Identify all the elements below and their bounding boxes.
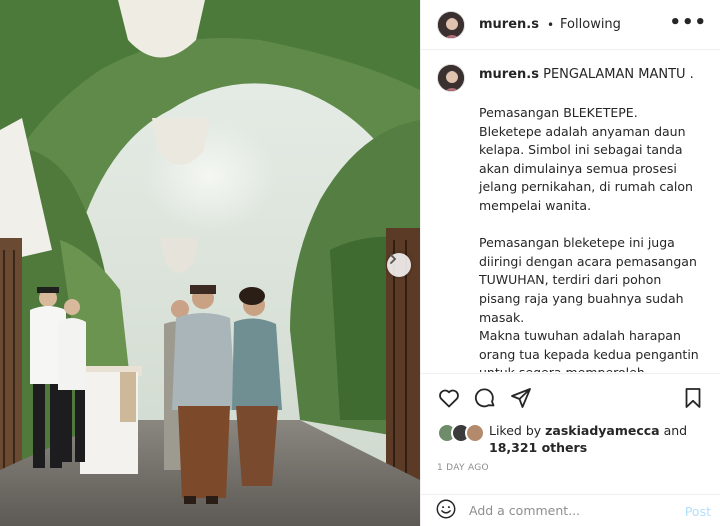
liker-avatars[interactable] [437, 423, 489, 443]
following-button[interactable]: Following [560, 17, 621, 32]
action-bar [421, 373, 720, 421]
heart-icon [439, 389, 459, 407]
caption-body: Pemasangan BLEKETEPE. Bleketepe adalah a… [479, 105, 699, 372]
liker-avatar [465, 423, 485, 443]
liker-username[interactable]: zaskiadyamecca [545, 423, 659, 438]
caption-area: muren.s PENGALAMAN MANTU . Pemasangan BL… [421, 50, 720, 372]
emoji-button[interactable] [435, 498, 457, 524]
comment-input[interactable] [469, 503, 669, 518]
caption-title: PENGALAMAN MANTU . [543, 67, 694, 82]
share-button[interactable] [509, 386, 533, 410]
comment-button[interactable] [473, 386, 497, 410]
chevron-right-icon [390, 254, 397, 264]
avatar-image [438, 65, 464, 91]
smiley-icon [436, 499, 456, 518]
separator-dot: • [546, 17, 555, 32]
bookmark-icon [685, 388, 701, 408]
post-comment-button[interactable]: Post [685, 504, 711, 519]
like-button[interactable] [437, 386, 461, 410]
comment-bar: Post [421, 494, 720, 526]
save-button[interactable] [681, 386, 705, 414]
likes-count[interactable]: 18,321 others [489, 440, 587, 455]
author-avatar[interactable] [437, 10, 465, 39]
likes-summary: Liked by zaskiadyamecca and 18,321 other… [437, 422, 707, 456]
avatar-image [438, 11, 464, 38]
likes-prefix: Liked by [489, 423, 546, 438]
next-photo-button[interactable] [387, 253, 411, 277]
caption-first-line: muren.s PENGALAMAN MANTU . [479, 64, 694, 84]
post-photo[interactable] [0, 0, 420, 526]
more-options-button[interactable]: ••• [669, 12, 707, 33]
likes-middle: and [659, 423, 688, 438]
caption-header: muren.s PENGALAMAN MANTU . [437, 64, 711, 92]
post-header: muren.s • Following ••• [421, 0, 720, 50]
post-details-panel: muren.s • Following ••• muren.s PENGALAM… [420, 0, 720, 526]
caption-username[interactable]: muren.s [479, 67, 539, 82]
likes-text: Liked by zaskiadyamecca and 18,321 other… [489, 422, 687, 456]
comment-icon [474, 387, 495, 407]
wedding-photo-image [0, 0, 420, 526]
author-username[interactable]: muren.s [479, 17, 539, 32]
post-date[interactable]: 1 DAY AGO [437, 463, 489, 473]
paper-plane-icon [511, 387, 531, 408]
caption-avatar[interactable] [437, 64, 465, 92]
